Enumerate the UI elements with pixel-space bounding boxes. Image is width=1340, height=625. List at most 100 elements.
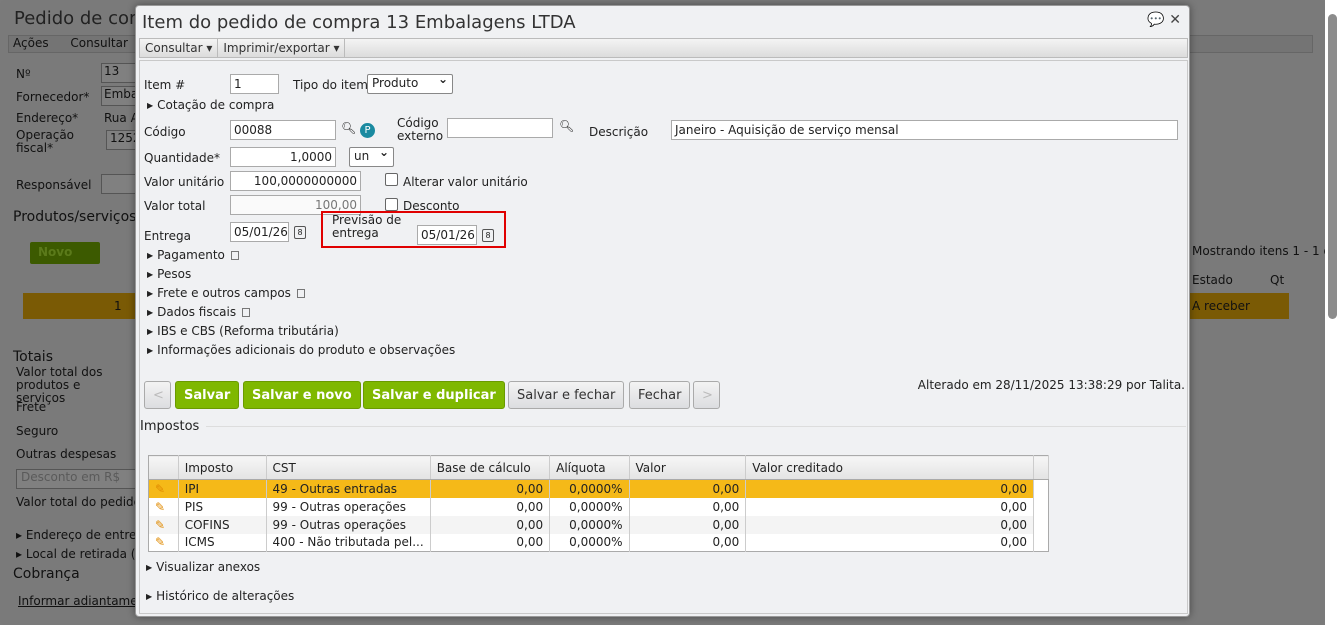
label-codigo-externo: Código externo: [397, 116, 444, 143]
salvar-e-duplicar-button[interactable]: Salvar e duplicar: [363, 381, 505, 409]
quantidade-field[interactable]: 1,0000: [230, 147, 336, 167]
tax-cell: 0,0000%: [549, 497, 630, 516]
expander-label: Pesos: [157, 267, 192, 281]
expander-pesos[interactable]: ▶ Pesos: [147, 267, 191, 281]
col-header[interactable]: Valor: [629, 455, 747, 480]
salvar-e-fechar-button[interactable]: Salvar e fechar: [508, 381, 625, 409]
expander-label: Frete e outros campos: [157, 286, 291, 300]
expander-cotacao[interactable]: ▶ Cotação de compra: [147, 98, 274, 112]
desconto-checkbox[interactable]: [385, 198, 398, 211]
label-quantidade: Quantidade*: [144, 151, 221, 165]
tax-cell: 0,00: [745, 497, 1035, 516]
previous-button[interactable]: <: [144, 381, 171, 409]
label-entrega: Entrega: [144, 229, 191, 243]
dialog-menubar: Consultar ▾ Imprimir/exportar ▾: [139, 38, 1188, 58]
tax-cell: 0,0000%: [549, 533, 630, 552]
col-header[interactable]: Base de cálculo: [430, 455, 551, 480]
item-dialog: Item do pedido de compra 13 Embalagens L…: [135, 5, 1190, 617]
search-icon[interactable]: 🔍︎: [341, 121, 356, 135]
section-produtos: Produtos/serviços: [13, 209, 137, 225]
expander-dados-fiscais[interactable]: ▶ Dados fiscais: [147, 305, 251, 319]
descricao-field[interactable]: Janeiro - Aquisição de serviço mensal: [671, 120, 1178, 140]
scrollbar-thumb[interactable]: [1328, 14, 1337, 319]
expander-label: Endereço de entrega: [25, 528, 152, 542]
close-icon[interactable]: ✕: [1169, 12, 1181, 28]
edit-pencil-icon[interactable]: ✎: [148, 533, 179, 552]
impostos-table: Imposto CST Base de cálculo Alíquota Val…: [148, 455, 1049, 552]
col-header[interactable]: CST: [266, 455, 431, 480]
product-lookup-icon[interactable]: P: [360, 123, 375, 138]
tax-cell: 0,00: [745, 533, 1035, 552]
document-icon: [242, 308, 251, 317]
tax-cell: 0,00: [629, 533, 747, 552]
section-cobranca: Cobrança: [13, 566, 80, 582]
tax-cell: 0,00: [745, 515, 1035, 534]
tax-row[interactable]: ✎ ICMS 400 - Não tributada pel... 0,00 0,000…: [148, 533, 1049, 552]
item-field[interactable]: 1: [230, 74, 279, 94]
expander-local-retirada[interactable]: ▸ Local de retirada (s: [16, 547, 142, 561]
col-header[interactable]: Imposto: [178, 455, 267, 480]
fechar-button[interactable]: Fechar: [629, 381, 691, 409]
menu-acoes[interactable]: Ações: [13, 36, 49, 50]
unidade-select[interactable]: un: [349, 145, 394, 167]
edit-pencil-icon[interactable]: ✎: [148, 479, 179, 498]
expander-label: Pagamento: [157, 248, 225, 262]
label-total-pedido: Valor total do pedido: [16, 495, 141, 509]
codigo-externo-field[interactable]: [447, 118, 553, 138]
previsao-date-field[interactable]: 05/01/26: [417, 225, 477, 245]
col-header[interactable]: Valor creditado: [745, 455, 1035, 480]
menu-consultar[interactable]: Consultar ▾: [140, 39, 219, 57]
expander-label: Dados fiscais: [157, 305, 237, 319]
expander-ibs-cbs[interactable]: ▶ IBS e CBS (Reforma tributária): [147, 324, 339, 338]
tax-cell: 0,00: [430, 533, 551, 552]
calendar-icon[interactable]: 8: [482, 229, 494, 242]
tax-cell: 0,0000%: [549, 479, 630, 498]
menu-label: Imprimir/exportar: [223, 41, 330, 55]
expander-info-adicionais[interactable]: ▶ Informações adicionais do produto e obs…: [147, 343, 455, 357]
row-number: 1: [114, 299, 122, 313]
col-edit: [148, 455, 179, 480]
alterar-valor-checkbox[interactable]: [385, 173, 398, 186]
expander-label: Histórico de alterações: [156, 589, 295, 603]
entrega-date-field[interactable]: 05/01/26: [230, 222, 289, 242]
label-descricao: Descrição: [589, 125, 649, 139]
label-valor-unitario: Valor unitário: [144, 175, 225, 189]
codigo-field[interactable]: 00088: [230, 120, 336, 140]
col-scroll: [1033, 455, 1049, 480]
tax-row[interactable]: ✎ IPI 49 - Outras entradas 0,00 0,0000% 0,00 0…: [148, 479, 1049, 498]
expander-label: Informações adicionais do produto e obse…: [157, 343, 456, 357]
tipo-select[interactable]: Produto: [367, 72, 453, 94]
expander-frete[interactable]: ▶ Frete e outros campos: [147, 286, 305, 300]
calendar-icon[interactable]: 8: [294, 226, 306, 239]
salvar-button[interactable]: Salvar: [175, 381, 240, 409]
row-estado: A receber: [1192, 299, 1250, 313]
next-button[interactable]: >: [693, 381, 720, 409]
novo-button[interactable]: Novo: [30, 242, 100, 264]
expander-endereco-entrega[interactable]: ▸ Endereço de entrega: [16, 528, 151, 542]
tax-cell: 0,00: [430, 515, 551, 534]
expander-pagamento[interactable]: ▶ Pagamento: [147, 248, 239, 262]
expander-historico[interactable]: ▶ Histórico de alterações: [146, 589, 294, 603]
expander-label: Local de retirada (s: [25, 547, 142, 561]
label-alterar-valor: Alterar valor unitário: [403, 175, 528, 189]
label-numero: Nº: [16, 67, 31, 81]
page-scrollbar[interactable]: [1325, 0, 1340, 625]
desconto-select[interactable]: Desconto em R$: [16, 469, 136, 489]
edit-pencil-icon[interactable]: ✎: [148, 515, 179, 534]
search-icon[interactable]: 🔍︎: [559, 119, 574, 133]
label-frete: Frete: [16, 400, 47, 414]
dialog-title: Item do pedido de compra 13 Embalagens L…: [142, 12, 576, 33]
comment-icon[interactable]: 💬: [1147, 12, 1164, 28]
col-estado: Estado: [1192, 273, 1233, 287]
valor-unitario-field[interactable]: 100,0000000000: [230, 171, 361, 191]
tax-row[interactable]: ✎ PIS 99 - Outras operações 0,00 0,0000% 0,00…: [148, 497, 1049, 516]
tax-row[interactable]: ✎ COFINS 99 - Outras operações 0,00 0,0000% 0…: [148, 515, 1049, 534]
edit-pencil-icon[interactable]: ✎: [148, 497, 179, 516]
expander-anexos[interactable]: ▶ Visualizar anexos: [146, 560, 260, 574]
salvar-e-novo-button[interactable]: Salvar e novo: [243, 381, 361, 409]
menu-consultar[interactable]: Consultar: [70, 36, 128, 50]
menu-label: Consultar: [145, 41, 203, 55]
menu-imprimir[interactable]: Imprimir/exportar ▾: [218, 39, 346, 57]
expander-label: Cotação de compra: [157, 98, 275, 112]
col-header[interactable]: Alíquota: [549, 455, 630, 480]
